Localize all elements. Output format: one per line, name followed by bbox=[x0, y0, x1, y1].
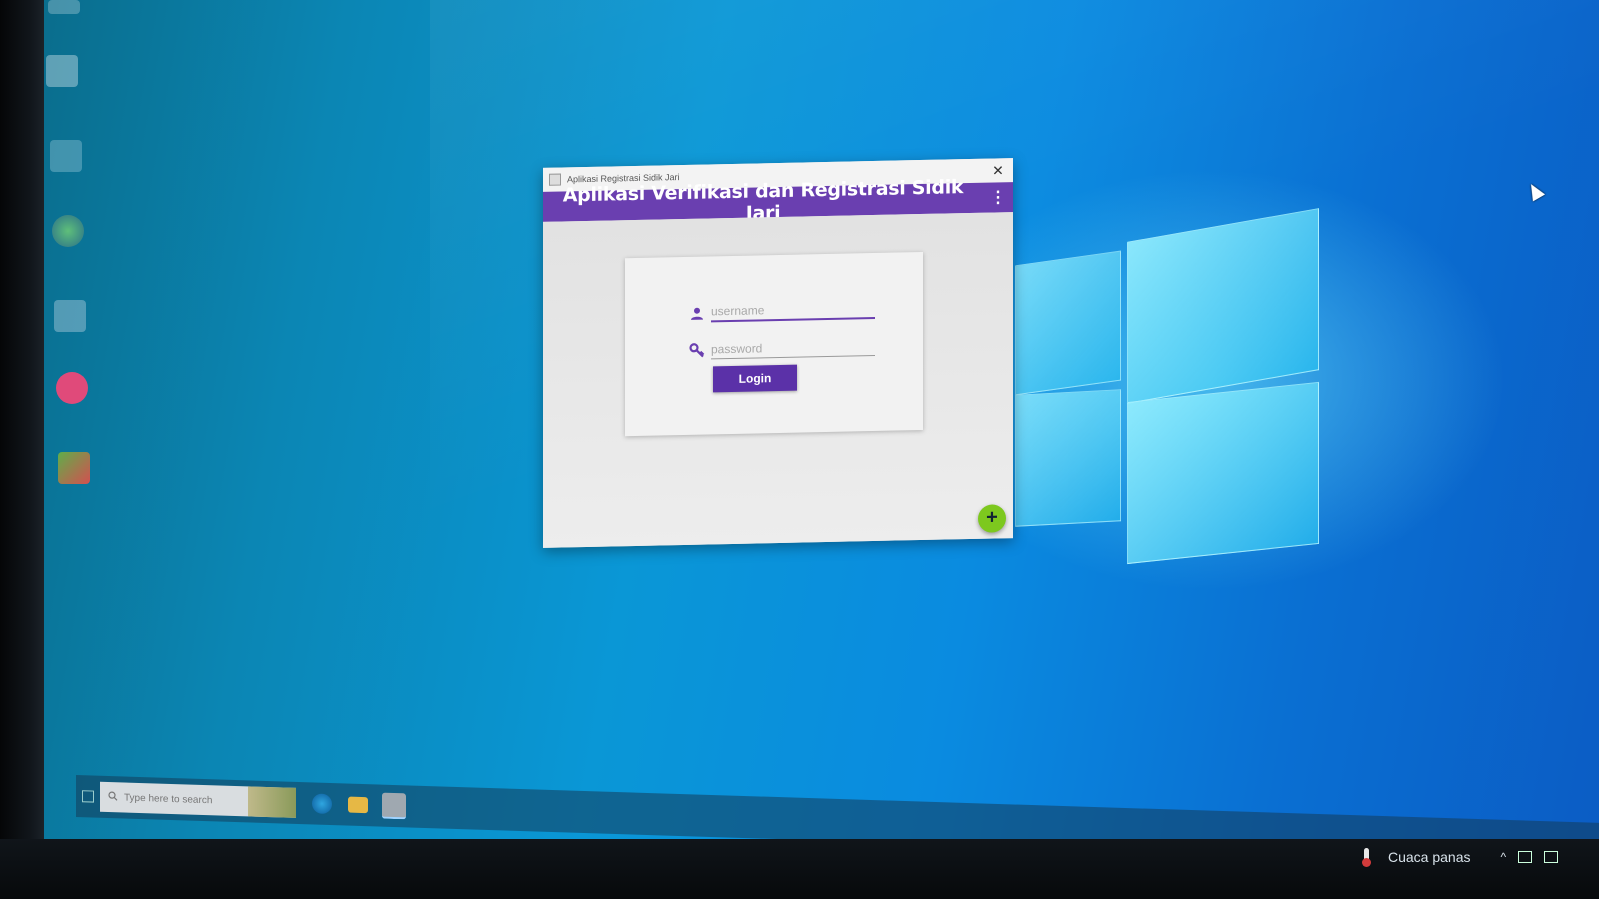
windows-logo-pane bbox=[1015, 250, 1121, 396]
desktop-icon[interactable] bbox=[48, 452, 100, 486]
fingerprint-app-taskbar-icon[interactable] bbox=[382, 792, 406, 820]
username-input[interactable] bbox=[711, 298, 875, 323]
thermometer-icon[interactable] bbox=[1360, 848, 1374, 867]
desktop-icon[interactable] bbox=[44, 300, 96, 334]
chevron-up-icon[interactable]: ^ bbox=[1501, 850, 1507, 864]
desktop-icon[interactable] bbox=[46, 372, 98, 406]
add-button[interactable]: + bbox=[978, 504, 1006, 533]
file-explorer-icon[interactable] bbox=[348, 796, 368, 814]
monitor-bezel bbox=[0, 0, 44, 899]
search-placeholder: Type here to search bbox=[124, 792, 213, 806]
app-content: Login + bbox=[543, 212, 1013, 548]
search-highlight-image bbox=[248, 786, 296, 818]
start-button[interactable] bbox=[76, 781, 100, 812]
windows-logo-pane bbox=[1127, 381, 1319, 565]
desktop-icon[interactable] bbox=[40, 140, 92, 174]
close-icon[interactable]: ✕ bbox=[983, 162, 1013, 180]
notification-icon[interactable] bbox=[1544, 851, 1559, 863]
windows-logo-pane bbox=[1127, 208, 1319, 404]
desktop-icon[interactable] bbox=[38, 0, 90, 16]
weather-text[interactable]: Cuaca panas bbox=[1388, 849, 1471, 865]
taskbar-search[interactable]: Type here to search bbox=[100, 781, 296, 818]
login-button[interactable]: Login bbox=[713, 364, 797, 393]
password-input[interactable] bbox=[711, 336, 875, 360]
username-row bbox=[687, 298, 875, 323]
app-window: Aplikasi Registrasi Sidik Jari ✕ Aplikas… bbox=[543, 158, 1013, 548]
login-card: Login bbox=[625, 251, 923, 437]
user-icon bbox=[687, 304, 707, 322]
password-row bbox=[687, 336, 875, 360]
system-tray: Cuaca panas ^ bbox=[1360, 848, 1559, 867]
network-icon[interactable] bbox=[1518, 851, 1533, 863]
key-icon bbox=[687, 341, 707, 359]
more-menu-icon[interactable]: ⋮ bbox=[983, 187, 1013, 208]
windows-start-icon bbox=[82, 790, 94, 803]
desktop-icon[interactable] bbox=[42, 215, 94, 249]
edge-browser-icon[interactable] bbox=[312, 793, 332, 815]
search-icon bbox=[108, 791, 118, 804]
windows-logo-pane bbox=[1015, 389, 1121, 527]
